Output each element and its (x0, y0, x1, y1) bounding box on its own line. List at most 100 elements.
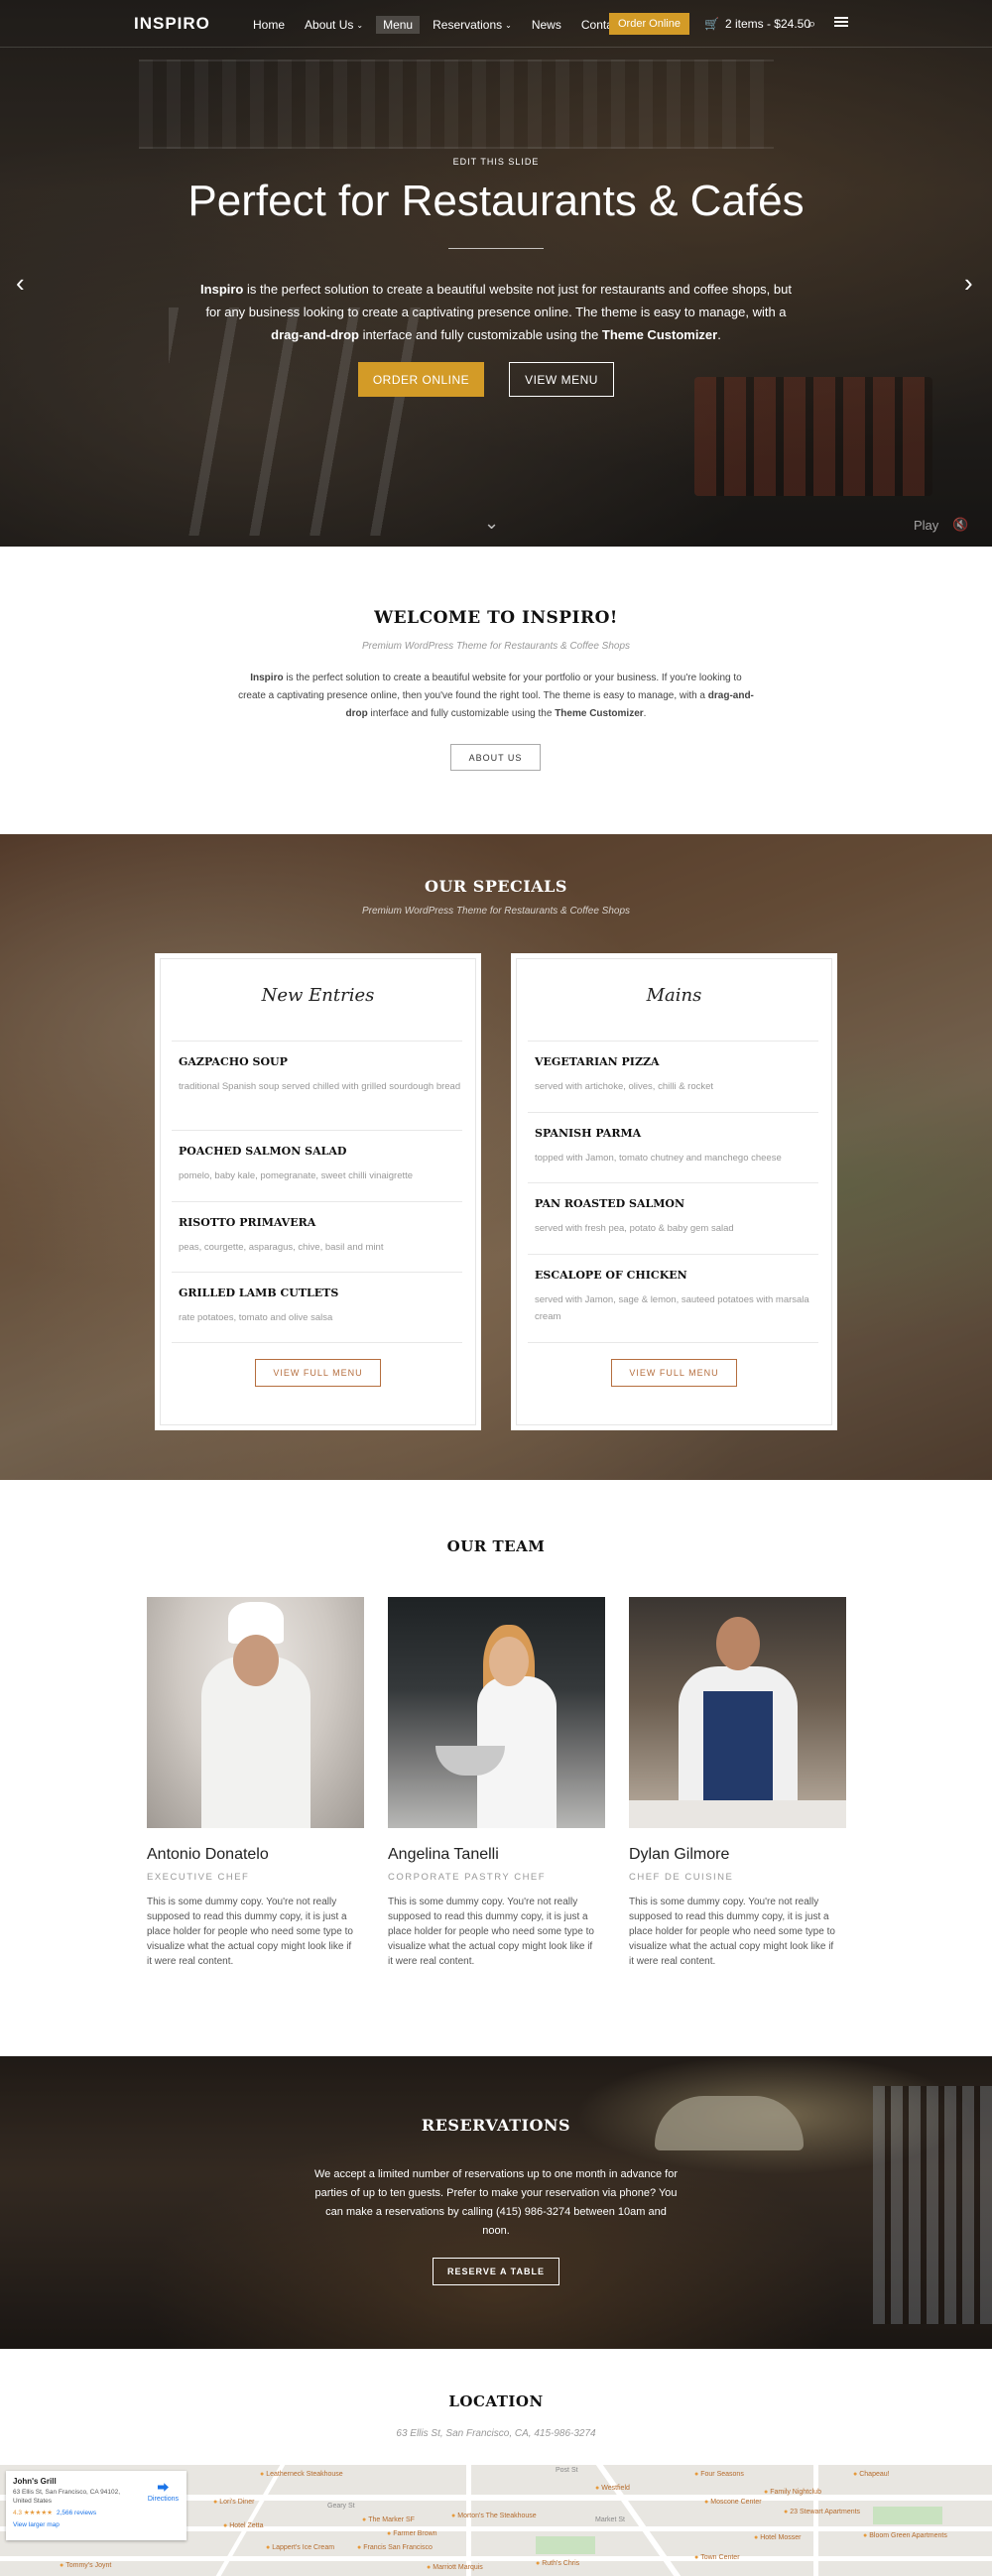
menu-icon[interactable] (834, 17, 848, 27)
map-poi[interactable]: Town Center (694, 2554, 739, 2561)
menu-card-new-entries: New Entries GAZPACHO SOUP traditional Sp… (155, 953, 481, 1430)
map-poi[interactable]: Hotel Zetta (223, 2522, 263, 2529)
menu-card-heading: New Entries (261, 985, 375, 1006)
hero-view-menu-button[interactable]: VIEW MENU (509, 362, 614, 397)
scroll-down-icon[interactable]: ⌄ (484, 513, 499, 534)
menu-item: SPANISH PARMA topped with Jamon, tomato … (528, 1112, 818, 1166)
menu-card-mains: Mains VEGETARIAN PIZZA served with artic… (511, 953, 837, 1430)
site-logo[interactable]: INSPIRO (134, 14, 210, 34)
view-full-menu-button[interactable]: VIEW FULL MENU (255, 1359, 381, 1387)
map-info-card: John's Grill 63 Ellis St, San Francisco,… (6, 2471, 186, 2540)
map-poi[interactable]: Lori's Diner (213, 2499, 254, 2506)
directions-icon: ⮕ (157, 2481, 170, 2495)
map-poi[interactable]: Hotel Mosser (754, 2534, 801, 2541)
menu-item: ESCALOPE OF CHICKEN served with Jamon, s… (528, 1254, 818, 1325)
team-member-photo (388, 1597, 605, 1828)
search-icon[interactable]: ⌕ (808, 16, 815, 32)
menu-item: GAZPACHO SOUP traditional Spanish soup s… (172, 1041, 462, 1095)
map-place-address: 63 Ellis St, San Francisco, CA 94102, Un… (13, 2489, 121, 2505)
mute-icon[interactable]: 🔇 (952, 517, 968, 533)
map-poi[interactable]: The Marker SF (362, 2516, 415, 2523)
map-poi[interactable]: Leatherneck Steakhouse (260, 2471, 342, 2478)
view-full-menu-button[interactable]: VIEW FULL MENU (611, 1359, 737, 1387)
map-poi[interactable]: Moscone Center (704, 2499, 761, 2506)
hero-description: Inspiro is the perfect solution to creat… (200, 282, 792, 342)
welcome-title: WELCOME TO INSPIRO! (374, 608, 618, 628)
hero-divider (448, 248, 544, 249)
team-member-bio: This is some dummy copy. You're not real… (629, 1897, 835, 1967)
menu-item: RISOTTO PRIMAVERA peas, courgette, aspar… (172, 1201, 462, 1256)
slider-prev-arrow-icon[interactable]: ‹ (16, 268, 25, 299)
hero-title: Perfect for Restaurants & Cafés (187, 177, 805, 225)
team-section: OUR TEAM Antonio Donatelo EXECUTIVE CHEF… (0, 1480, 992, 2056)
menu-item: GRILLED LAMB CUTLETS rate potatoes, toma… (172, 1272, 462, 1326)
view-larger-map-link[interactable]: View larger map (13, 2521, 180, 2528)
team-member: Angelina Tanelli CORPORATE PASTRY CHEF T… (388, 1597, 605, 1969)
map-reviews-link[interactable]: 2,566 reviews (57, 2510, 96, 2516)
map-poi[interactable]: Morton's The Steakhouse (451, 2513, 536, 2519)
menu-item: VEGETARIAN PIZZA served with artichoke, … (528, 1041, 818, 1095)
nav-menu: Home About Us ⌄ Menu Reservations ⌄ News C… (246, 16, 635, 34)
welcome-subtitle: Premium WordPress Theme for Restaurants … (361, 641, 631, 652)
map-poi[interactable]: 23 Stewart Apartments (784, 2509, 860, 2515)
map-street-label: Post St (556, 2467, 578, 2474)
reservations-title: RESERVATIONS (421, 2116, 571, 2135)
team-member-name: Angelina Tanelli (388, 1846, 499, 1863)
hero-order-online-button[interactable]: ORDER ONLINE (358, 362, 484, 397)
map-place-rating: 4.3 ★★★★★ 2,566 reviews (13, 2510, 97, 2516)
menu-item: POACHED SALMON SALAD pomelo, baby kale, … (172, 1130, 462, 1184)
cart-icon: 🛒 (704, 17, 719, 31)
specials-title: OUR SPECIALS (425, 877, 567, 896)
nav-item-reservations[interactable]: Reservations ⌄ (426, 16, 519, 34)
nav-item-menu[interactable]: Menu (376, 16, 421, 34)
slider-next-arrow-icon[interactable]: › (964, 268, 973, 299)
team-title: OUR TEAM (446, 1537, 546, 1555)
location-section: LOCATION 63 Ellis St, San Francisco, CA,… (0, 2349, 992, 2465)
map-street-label: Geary St (327, 2503, 355, 2510)
reservations-section: RESERVATIONS We accept a limited number … (0, 2056, 992, 2349)
map-street-label: Market St (595, 2516, 625, 2523)
video-play-button[interactable]: Play (914, 518, 938, 533)
map-poi[interactable]: Chapeau! (853, 2471, 889, 2478)
about-us-button[interactable]: ABOUT US (450, 744, 541, 771)
team-member-photo (147, 1597, 364, 1828)
reserve-table-button[interactable]: RESERVE A TABLE (433, 2258, 559, 2285)
team-member-bio: This is some dummy copy. You're not real… (388, 1897, 594, 1967)
team-member-photo (629, 1597, 846, 1828)
specials-section: OUR SPECIALS Premium WordPress Theme for… (0, 834, 992, 1480)
nav-order-online-button[interactable]: Order Online (609, 13, 689, 35)
map-poi[interactable]: Lappert's Ice Cream (266, 2544, 334, 2551)
team-member-name: Dylan Gilmore (629, 1846, 730, 1863)
map-poi[interactable]: Marriott Marquis (427, 2564, 483, 2571)
map-poi[interactable]: Farmer Brown (387, 2530, 436, 2537)
welcome-text: Inspiro is the perfect solution to creat… (238, 673, 754, 719)
team-member-role: CHEF DE CUISINE (629, 1872, 734, 1883)
location-address: 63 Ellis St, San Francisco, CA, 415-986-… (396, 2428, 596, 2439)
team-member: Dylan Gilmore CHEF DE CUISINE This is so… (629, 1597, 846, 1969)
team-member-bio: This is some dummy copy. You're not real… (147, 1897, 353, 1967)
map-poi[interactable]: Family Nightclub (764, 2489, 821, 2496)
map-poi[interactable]: Francis San Francisco (357, 2544, 433, 2551)
nav-item-news[interactable]: News (525, 16, 568, 34)
chevron-down-icon: ⌄ (505, 20, 512, 30)
map-poi[interactable]: Four Seasons (694, 2471, 744, 2478)
team-member-role: EXECUTIVE CHEF (147, 1872, 250, 1883)
google-map[interactable]: Leatherneck Steakhouse Morton's The Stea… (0, 2465, 992, 2576)
map-poi[interactable]: Westfield (595, 2485, 630, 2492)
directions-button[interactable]: ⮕ Directions (148, 2479, 179, 2503)
hero-slider: INSPIRO Home About Us ⌄ Menu Reservations… (0, 0, 992, 547)
chevron-down-icon: ⌄ (356, 20, 364, 30)
map-poi[interactable]: Bloom Green Apartments (863, 2532, 947, 2539)
location-title: LOCATION (448, 2392, 544, 2410)
nav-item-about-us[interactable]: About Us ⌄ (298, 16, 370, 34)
team-member-role: CORPORATE PASTRY CHEF (388, 1872, 547, 1883)
reservations-text: We accept a limited number of reservatio… (313, 2168, 679, 2237)
menu-item: PAN ROASTED SALMON served with fresh pea… (528, 1182, 818, 1237)
edit-slide-link[interactable]: EDIT THIS SLIDE (0, 157, 992, 167)
team-member-name: Antonio Donatelo (147, 1846, 269, 1863)
main-navigation: INSPIRO Home About Us ⌄ Menu Reservations… (0, 0, 992, 48)
nav-item-home[interactable]: Home (246, 16, 292, 34)
team-member: Antonio Donatelo EXECUTIVE CHEF This is … (147, 1597, 364, 1969)
cart-summary: 2 items - $24.50 (724, 17, 810, 31)
cart-link[interactable]: 🛒 2 items - $24.50 (704, 17, 810, 31)
